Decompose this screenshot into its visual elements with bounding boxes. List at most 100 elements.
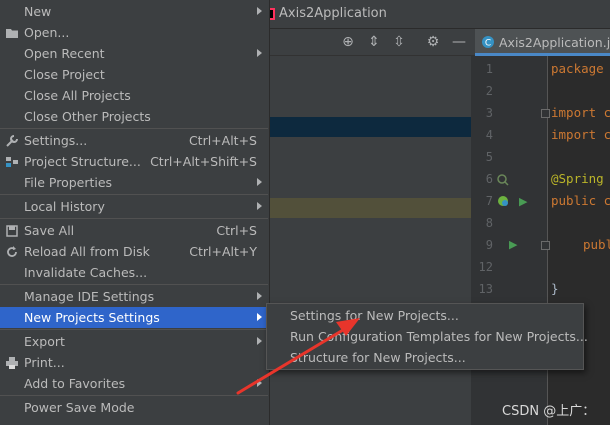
wrench-icon [6, 135, 18, 147]
new-projects-settings-submenu: Settings for New Projects... Run Configu… [266, 303, 588, 370]
submenu-item-label: Settings for New Projects... [290, 308, 459, 323]
menu-item-label: New [24, 4, 52, 19]
submenu-arrow-icon [257, 7, 262, 15]
menu-item-label: Close Project [24, 67, 105, 82]
fold-marker[interactable] [541, 241, 550, 250]
line-number: 8 [485, 216, 493, 230]
expand-all-icon[interactable]: ⇕ [366, 34, 382, 50]
menu-item-label: Close Other Projects [24, 109, 151, 124]
menu-item-label: Local History [24, 199, 105, 214]
save-icon [6, 225, 18, 237]
menu-item-label: Export [24, 334, 65, 349]
line-number: 12 [478, 260, 493, 274]
menu-item-label: Project Structure... [24, 154, 141, 169]
menu-item-close-all-projects[interactable]: Close All Projects [0, 85, 268, 106]
submenu-arrow-icon [257, 313, 262, 321]
code-line-6: @Spring [551, 171, 604, 186]
line-number: 3 [485, 106, 493, 120]
menu-item-project-structure[interactable]: Project Structure... Ctrl+Alt+Shift+S [0, 151, 268, 172]
code-line-7: public c [551, 193, 610, 208]
menu-item-local-history[interactable]: Local History [0, 196, 268, 217]
watermark: CSDN @上广： [502, 404, 596, 419]
menu-item-shortcut: Ctrl+Alt+Y [189, 244, 257, 259]
menu-item-file-properties[interactable]: File Properties [0, 172, 268, 193]
menu-item-settings[interactable]: Settings... Ctrl+Alt+S [0, 130, 268, 151]
menu-separator [0, 329, 268, 330]
project-structure-icon [6, 157, 18, 167]
java-class-icon: C [482, 36, 494, 49]
code-line-4: import c [551, 127, 610, 142]
menu-item-export[interactable]: Export [0, 331, 268, 352]
minimize-icon[interactable]: — [451, 34, 467, 50]
line-number: 6 [485, 172, 493, 186]
menu-item-label: New Projects Settings [24, 310, 160, 325]
submenu-arrow-icon [257, 292, 262, 300]
menu-item-label: Add to Favorites [24, 376, 126, 391]
submenu-arrow-icon [257, 337, 262, 345]
gear-icon[interactable]: ⚙ [425, 34, 441, 50]
reload-icon [7, 246, 17, 257]
svg-text:C: C [485, 39, 491, 49]
line-number: 2 [485, 84, 493, 98]
run-icon[interactable]: ▶ [519, 195, 527, 208]
menu-item-open[interactable]: Open... [0, 22, 268, 43]
menu-separator [0, 395, 268, 396]
menu-item-close-other-projects[interactable]: Close Other Projects [0, 106, 268, 127]
menu-separator [0, 218, 268, 219]
line-number: 5 [485, 150, 493, 164]
line-number: 7 [485, 194, 493, 208]
code-line-3: import c [551, 105, 610, 120]
menu-item-reload-all-from-disk[interactable]: Reload All from Disk Ctrl+Alt+Y [0, 241, 268, 262]
menu-item-label: Reload All from Disk [24, 244, 150, 259]
menu-item-label: Settings... [24, 133, 88, 148]
menu-separator [0, 194, 268, 195]
editor-tab[interactable]: C Axis2Application.java [475, 29, 610, 56]
run-icon[interactable]: ▶ [509, 238, 517, 251]
collapse-all-icon[interactable]: ⇳ [391, 34, 407, 50]
menu-item-invalidate-caches[interactable]: Invalidate Caches... [0, 262, 268, 283]
menu-item-label: Invalidate Caches... [24, 265, 148, 280]
menu-item-save-all[interactable]: Save All Ctrl+S [0, 220, 268, 241]
menu-item-label: Open Recent [24, 46, 105, 61]
menu-item-label: File Properties [24, 175, 113, 190]
line-number: 9 [485, 238, 493, 252]
fold-marker[interactable] [541, 109, 550, 118]
menu-item-close-project[interactable]: Close Project [0, 64, 268, 85]
line-number: 4 [485, 128, 493, 142]
code-line-9: publ [583, 237, 610, 252]
menu-item-label: Power Save Mode [24, 400, 135, 415]
line-number: 1 [485, 62, 493, 76]
submenu-item-run-configuration-templates[interactable]: Run Configuration Templates for New Proj… [267, 326, 588, 347]
spring-bean-icon[interactable] [497, 174, 509, 186]
menu-item-add-to-favorites[interactable]: Add to Favorites [0, 373, 268, 394]
print-icon [6, 357, 18, 369]
code-line-13: } [551, 281, 559, 296]
menu-item-shortcut: Ctrl+Alt+S [188, 133, 257, 148]
menu-item-label: Close All Projects [24, 88, 131, 103]
menu-item-shortcut: Ctrl+Alt+Shift+S [150, 154, 257, 169]
window-title: Axis2Application [279, 6, 387, 21]
submenu-arrow-icon [257, 202, 262, 210]
menu-item-print[interactable]: Print... [0, 352, 268, 373]
folder-icon [6, 29, 18, 38]
menu-separator [0, 284, 268, 285]
submenu-item-label: Structure for New Projects... [290, 350, 466, 365]
submenu-item-structure-for-new-projects[interactable]: Structure for New Projects... [267, 347, 583, 368]
menu-item-new-projects-settings[interactable]: New Projects Settings [0, 307, 268, 328]
code-line-1: package [551, 61, 604, 76]
menu-item-manage-ide-settings[interactable]: Manage IDE Settings [0, 286, 268, 307]
submenu-item-settings-for-new-projects[interactable]: Settings for New Projects... [267, 305, 583, 326]
menu-item-shortcut: Ctrl+S [216, 223, 257, 238]
submenu-item-label: Run Configuration Templates for New Proj… [290, 329, 588, 344]
menu-separator [0, 128, 268, 129]
menu-item-label: Save All [24, 223, 75, 238]
line-number: 13 [478, 282, 493, 296]
locate-icon[interactable]: ⊕ [340, 34, 356, 50]
menu-item-new[interactable]: New [0, 1, 268, 22]
file-menu: New Open... Open Recent Close Project Cl… [0, 0, 270, 425]
menu-item-label: Open... [24, 25, 70, 40]
menu-item-open-recent[interactable]: Open Recent [0, 43, 268, 64]
submenu-arrow-icon [257, 49, 262, 57]
spring-boot-icon[interactable] [497, 195, 509, 207]
menu-item-power-save-mode[interactable]: Power Save Mode [0, 397, 268, 418]
